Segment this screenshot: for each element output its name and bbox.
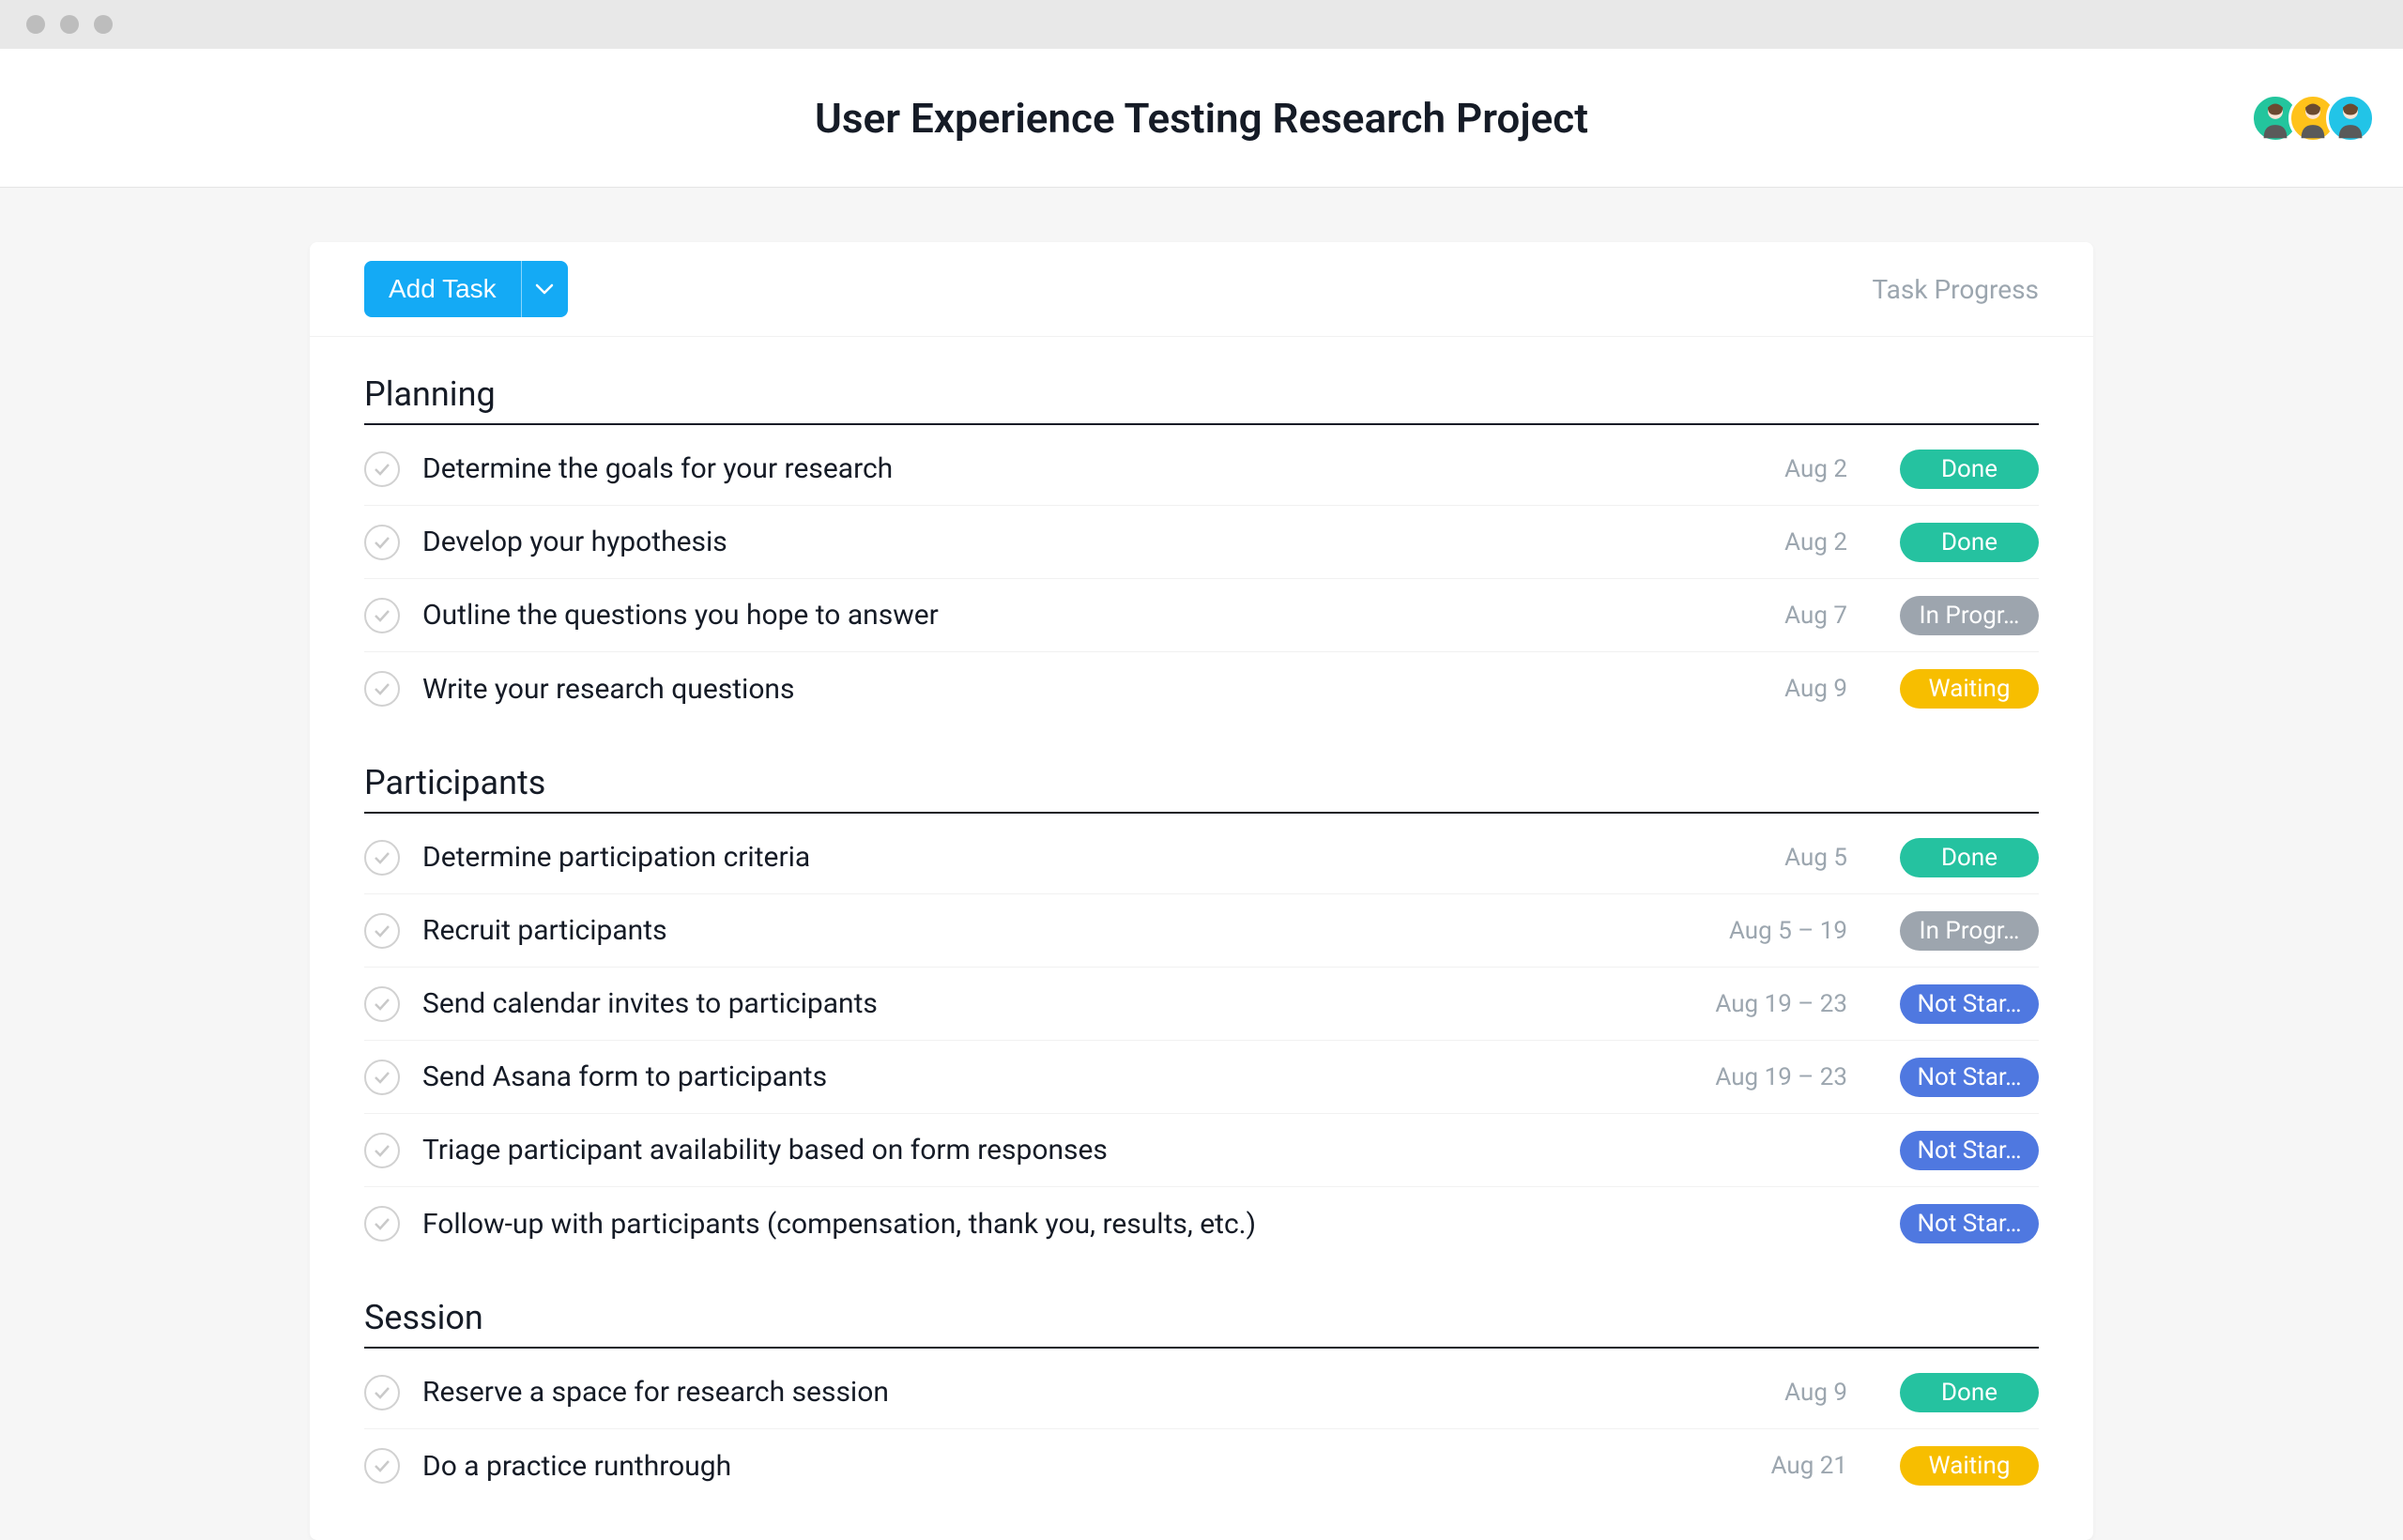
task-row: Write your research questionsAug 9 Waitin…	[364, 652, 2039, 725]
task-title[interactable]: Do a practice runthrough	[422, 1450, 1707, 1483]
task-row: Reserve a space for research sessionAug …	[364, 1356, 2039, 1429]
add-task-button[interactable]: Add Task	[364, 261, 521, 317]
task-title[interactable]: Write your research questions	[422, 673, 1707, 706]
complete-checkbox[interactable]	[364, 1060, 400, 1095]
task-row: Outline the questions you hope to answer…	[364, 579, 2039, 652]
task-title[interactable]: Determine participation criteria	[422, 841, 1707, 874]
status-pill[interactable]: Done	[1900, 838, 2039, 877]
complete-checkbox[interactable]	[364, 598, 400, 633]
complete-checkbox[interactable]	[364, 986, 400, 1022]
check-icon	[373, 850, 391, 865]
page-title: User Experience Testing Research Project	[815, 94, 1588, 143]
status-pill[interactable]: Not Star…	[1900, 1058, 2039, 1097]
status-pill[interactable]: Waiting	[1900, 669, 2039, 709]
check-icon	[373, 923, 391, 938]
section: Planning Determine the goals for your res…	[364, 374, 2039, 725]
section-title[interactable]: Session	[364, 1298, 2039, 1349]
status-pill[interactable]: Done	[1900, 1373, 2039, 1412]
section-title[interactable]: Participants	[364, 763, 2039, 814]
complete-checkbox[interactable]	[364, 525, 400, 560]
window-chrome	[0, 0, 2403, 49]
status-pill[interactable]: Done	[1900, 523, 2039, 562]
complete-checkbox[interactable]	[364, 913, 400, 949]
status-pill[interactable]: Done	[1900, 450, 2039, 489]
task-panel: Add Task Task Progress Planning Determine…	[310, 242, 2093, 1540]
task-date[interactable]: Aug 19 – 23	[1707, 1063, 1847, 1091]
status-pill[interactable]: Not Star…	[1900, 1131, 2039, 1170]
task-title[interactable]: Determine the goals for your research	[422, 452, 1707, 485]
check-icon	[373, 1143, 391, 1158]
check-icon	[373, 1458, 391, 1473]
check-icon	[373, 997, 391, 1012]
check-icon	[373, 535, 391, 550]
status-pill[interactable]: Waiting	[1900, 1446, 2039, 1486]
check-icon	[373, 1216, 391, 1231]
task-row: Recruit participantsAug 5 – 19 In Progr…	[364, 894, 2039, 968]
task-date[interactable]: Aug 21	[1707, 1452, 1847, 1480]
toolbar: Add Task Task Progress	[310, 242, 2093, 337]
task-title[interactable]: Send calendar invites to participants	[422, 987, 1707, 1020]
task-row: Determine the goals for your researchAug…	[364, 433, 2039, 506]
complete-checkbox[interactable]	[364, 671, 400, 707]
task-row: Determine participation criteriaAug 5 Don…	[364, 821, 2039, 894]
traffic-light-close[interactable]	[26, 15, 45, 34]
task-row: Send Asana form to participantsAug 19 – …	[364, 1041, 2039, 1114]
task-row: Triage participant availability based on…	[364, 1114, 2039, 1187]
task-title[interactable]: Develop your hypothesis	[422, 526, 1707, 558]
task-progress-link[interactable]: Task Progress	[1872, 274, 2039, 305]
section: Session Reserve a space for research sess…	[364, 1298, 2039, 1502]
complete-checkbox[interactable]	[364, 1375, 400, 1410]
status-pill[interactable]: In Progr…	[1900, 911, 2039, 951]
complete-checkbox[interactable]	[364, 840, 400, 876]
complete-checkbox[interactable]	[364, 451, 400, 487]
member-avatars	[2262, 94, 2375, 143]
status-pill[interactable]: Not Star…	[1900, 984, 2039, 1024]
task-date[interactable]: Aug 5	[1707, 844, 1847, 872]
traffic-light-minimize[interactable]	[60, 15, 79, 34]
check-icon	[373, 681, 391, 696]
task-row: Send calendar invites to participantsAug…	[364, 968, 2039, 1041]
task-title[interactable]: Outline the questions you hope to answer	[422, 599, 1707, 632]
complete-checkbox[interactable]	[364, 1448, 400, 1484]
add-task-group: Add Task	[364, 261, 568, 317]
task-title[interactable]: Reserve a space for research session	[422, 1376, 1707, 1409]
check-icon	[373, 1385, 391, 1400]
task-title[interactable]: Send Asana form to participants	[422, 1060, 1707, 1093]
complete-checkbox[interactable]	[364, 1206, 400, 1242]
task-row: Follow-up with participants (compensatio…	[364, 1187, 2039, 1260]
task-date[interactable]: Aug 9	[1707, 1379, 1847, 1407]
status-pill[interactable]: Not Star…	[1900, 1204, 2039, 1243]
task-title[interactable]: Recruit participants	[422, 914, 1707, 947]
task-title[interactable]: Triage participant availability based on…	[422, 1134, 1707, 1166]
person-icon	[2329, 97, 2372, 140]
complete-checkbox[interactable]	[364, 1133, 400, 1168]
traffic-light-zoom[interactable]	[94, 15, 113, 34]
task-row: Develop your hypothesisAug 2 Done	[364, 506, 2039, 579]
check-icon	[373, 1070, 391, 1085]
task-date[interactable]: Aug 5 – 19	[1707, 917, 1847, 945]
page-header: User Experience Testing Research Project	[0, 49, 2403, 188]
avatar[interactable]	[2326, 94, 2375, 143]
task-title[interactable]: Follow-up with participants (compensatio…	[422, 1208, 1707, 1241]
status-pill[interactable]: In Progr…	[1900, 596, 2039, 635]
task-date[interactable]: Aug 19 – 23	[1707, 990, 1847, 1018]
task-row: Do a practice runthroughAug 21 Waiting	[364, 1429, 2039, 1502]
add-task-dropdown[interactable]	[521, 261, 568, 317]
section-title[interactable]: Planning	[364, 374, 2039, 425]
check-icon	[373, 462, 391, 477]
task-date[interactable]: Aug 9	[1707, 675, 1847, 703]
task-date[interactable]: Aug 7	[1707, 602, 1847, 630]
task-date[interactable]: Aug 2	[1707, 528, 1847, 557]
task-date[interactable]: Aug 2	[1707, 455, 1847, 483]
chevron-down-icon	[535, 283, 554, 295]
check-icon	[373, 608, 391, 623]
section: Participants Determine participation crit…	[364, 763, 2039, 1260]
